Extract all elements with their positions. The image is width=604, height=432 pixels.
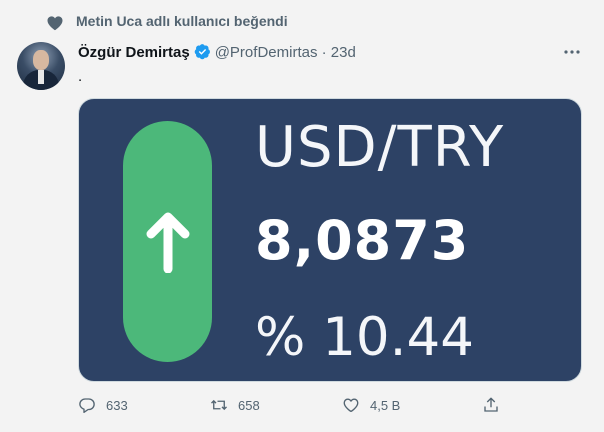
share-icon [484, 397, 498, 412]
share-button[interactable] [482, 392, 500, 418]
currency-pair: USD/TRY [255, 115, 505, 180]
separator: · [321, 44, 327, 61]
percent-change: % 10.44 [255, 307, 474, 368]
like-heart-icon [343, 398, 359, 413]
reply-count: 633 [106, 397, 128, 413]
like-count: 4,5 B [370, 397, 401, 413]
avatar[interactable] [17, 42, 65, 90]
reply-icon [79, 398, 95, 414]
direction-pill [123, 121, 212, 362]
retweet-button[interactable]: 658 [210, 392, 260, 418]
social-context-text: Metin Uca adlı kullanıcı beğendi [76, 13, 288, 29]
exchange-rate: 8,0873 [255, 209, 470, 272]
retweet-count: 658 [238, 397, 260, 413]
retweet-icon [211, 399, 227, 411]
like-button[interactable]: 4,5 B [342, 392, 400, 418]
heart-icon [47, 16, 63, 31]
author-name[interactable]: Özgür Demirtaş [78, 44, 190, 61]
more-options-icon[interactable] [563, 45, 581, 59]
tweet-header: Özgür Demirtaş @ProfDemirtas · 23d [78, 43, 356, 65]
media-card[interactable]: USD/TRY 8,0873 % 10.44 [78, 98, 582, 382]
tweet[interactable]: Metin Uca adlı kullanıcı beğendi Özgür D… [0, 0, 604, 432]
tweet-actions: 633 658 4,5 B [78, 392, 582, 418]
arrow-up-icon [146, 212, 190, 273]
tweet-text: . [78, 68, 83, 85]
author-handle[interactable]: @ProfDemirtas [215, 44, 318, 61]
reply-button[interactable]: 633 [78, 392, 128, 418]
tweet-time[interactable]: 23d [331, 44, 356, 61]
verified-badge-icon [194, 44, 210, 60]
